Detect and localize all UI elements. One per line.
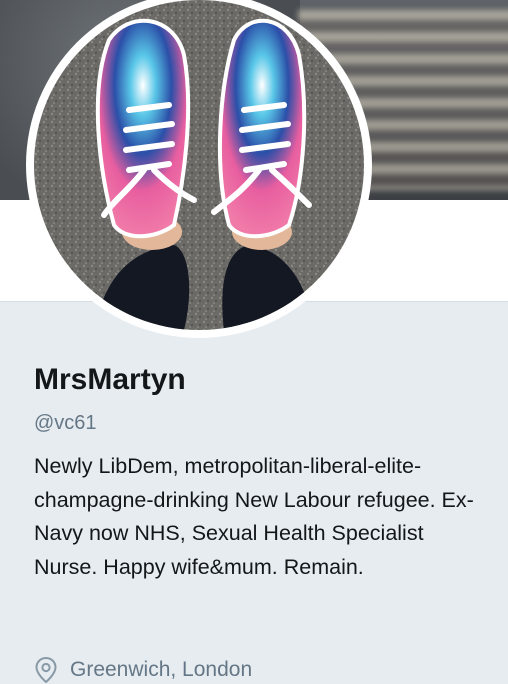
map-pin-icon bbox=[35, 656, 57, 684]
location-text: Greenwich, London bbox=[70, 658, 253, 681]
avatar[interactable] bbox=[34, 0, 364, 330]
profile-location: Greenwich, London bbox=[34, 656, 252, 684]
display-name: MrsMartyn bbox=[34, 363, 186, 396]
profile-bio: Newly LibDem, metropolitan-liberal-elite… bbox=[34, 454, 474, 579]
avatar-image bbox=[34, 0, 364, 330]
profile-handle[interactable]: @vc61 bbox=[34, 410, 484, 436]
profile-page: MrsMartyn @vc61 Newly LibDem, metropolit… bbox=[0, 0, 508, 684]
profile-info: MrsMartyn @vc61 Newly LibDem, metropolit… bbox=[34, 362, 484, 584]
